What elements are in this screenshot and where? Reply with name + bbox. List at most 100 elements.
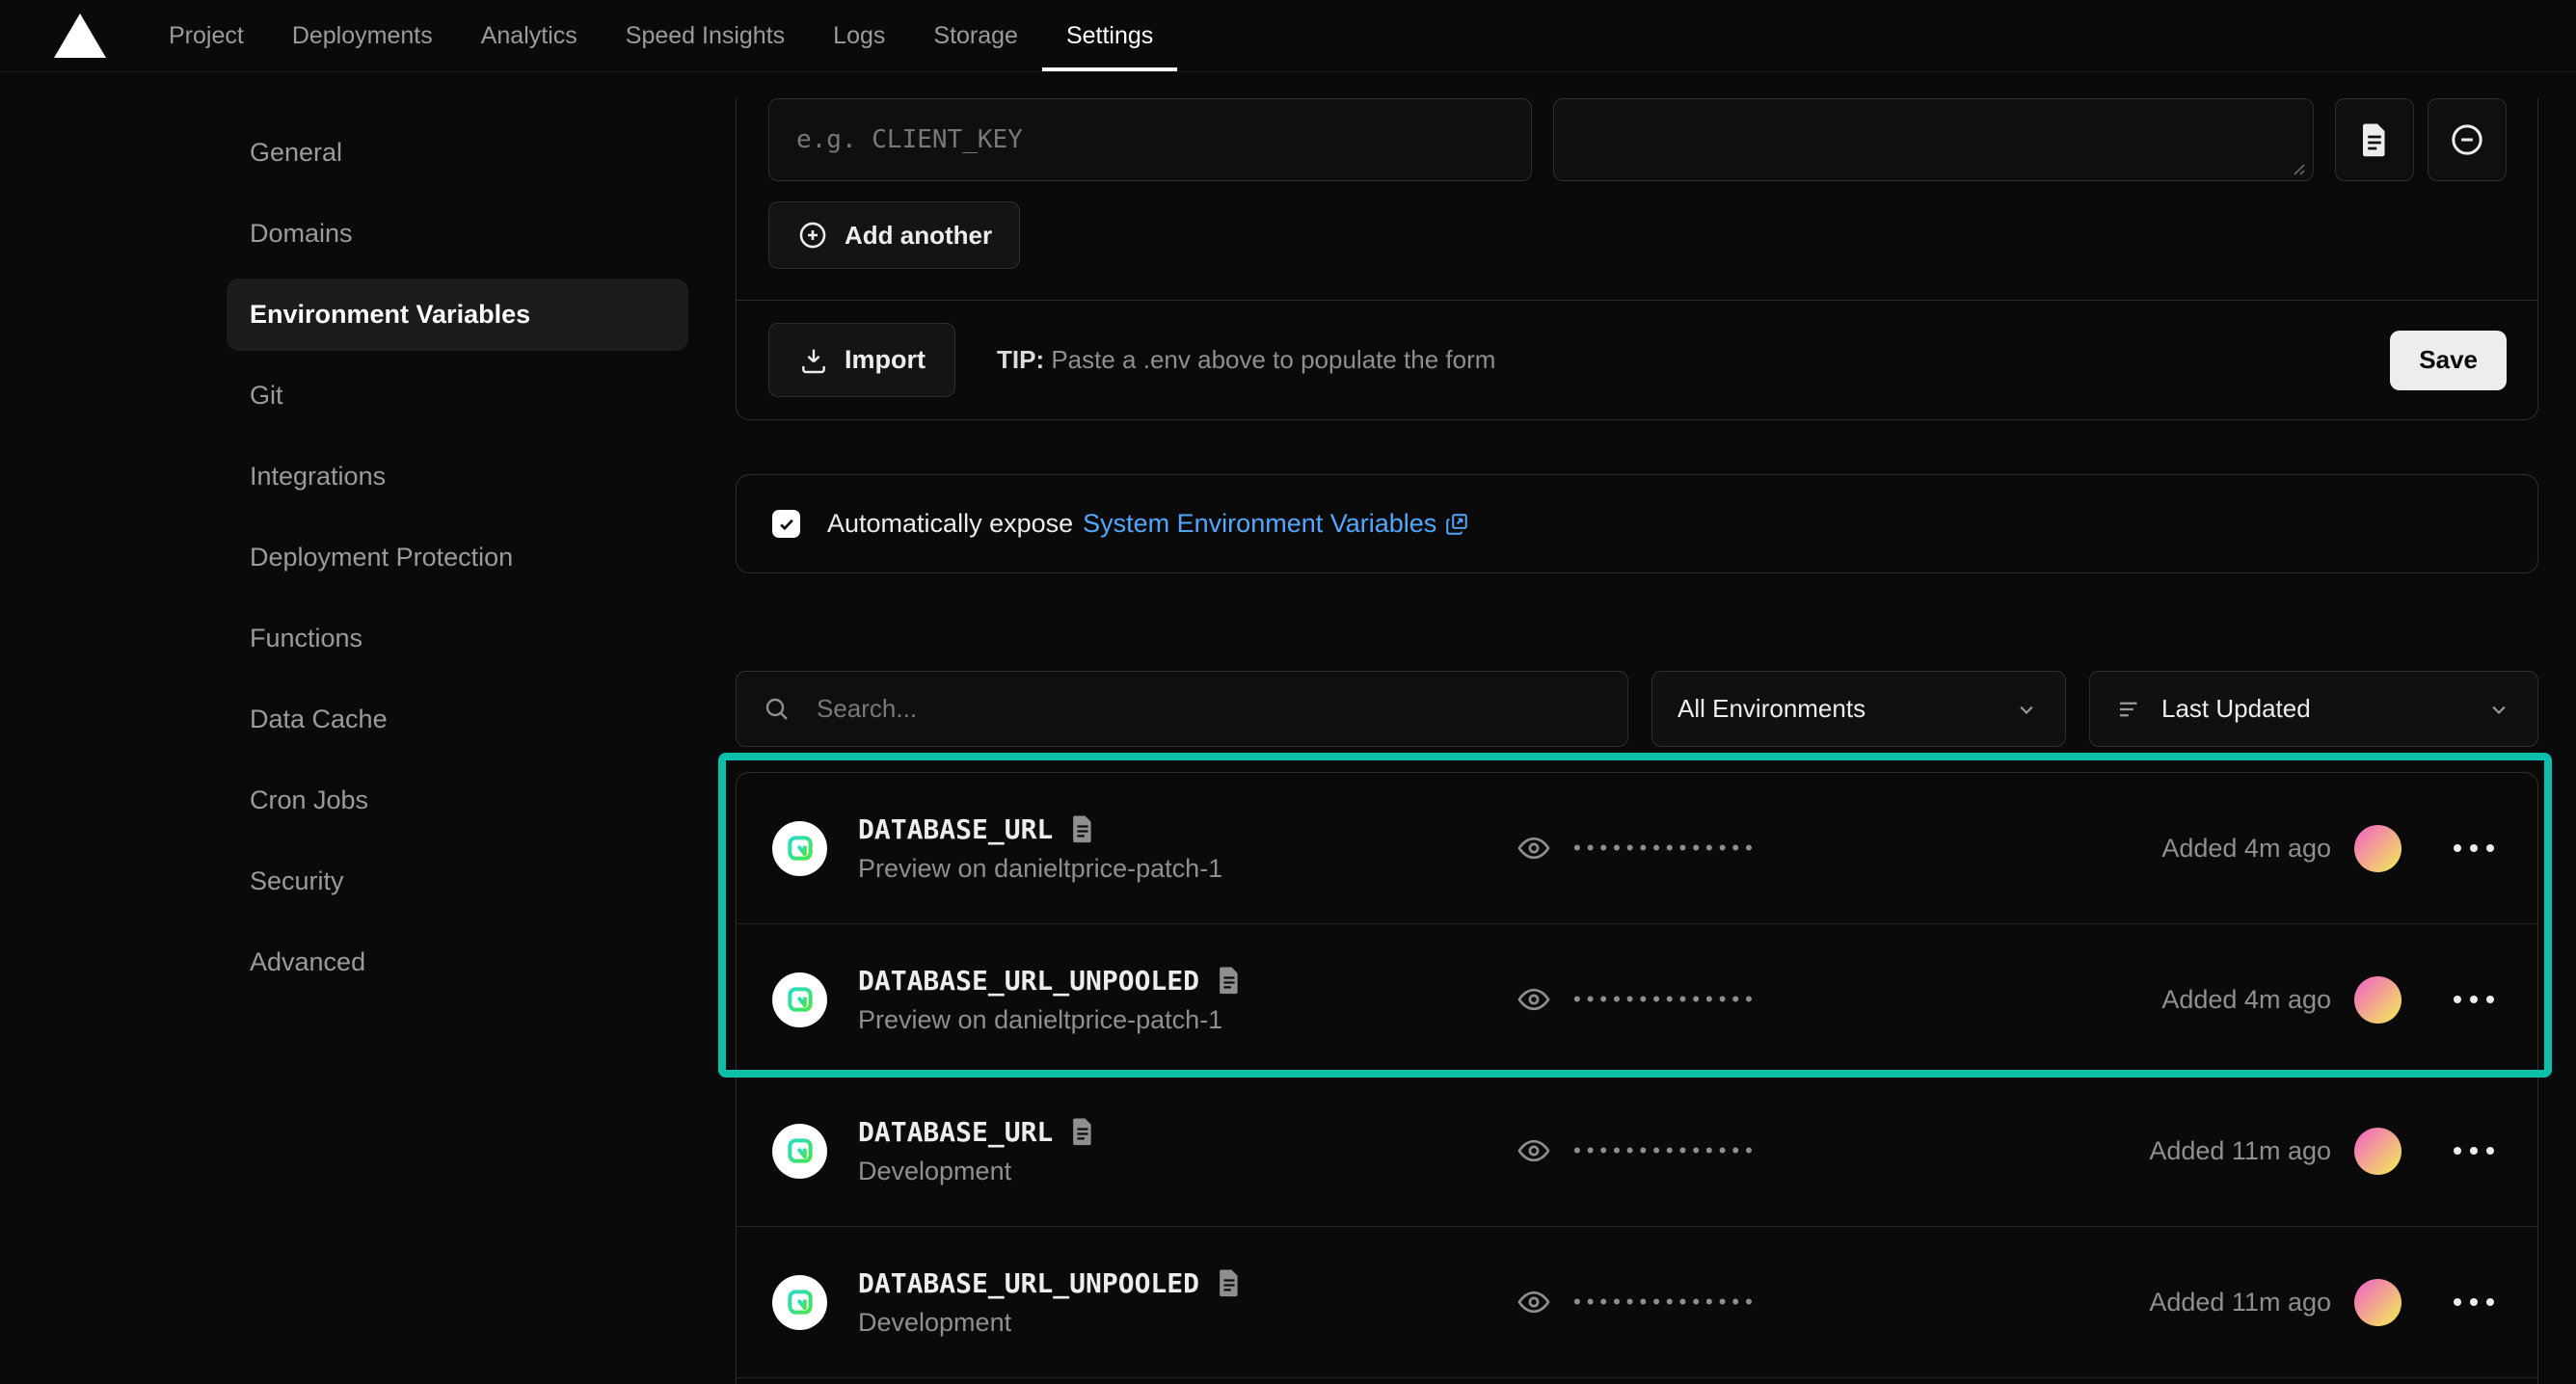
search-input[interactable] [736,671,1628,747]
external-link-icon [1444,512,1469,537]
row-actions-menu-button[interactable] [2446,988,2502,1011]
env-value-block: •••••••••••••• [1516,981,1758,1018]
sidebar-item-integrations[interactable]: Integrations [227,440,688,513]
search-icon [762,694,792,725]
env-value-input[interactable] [1553,98,2314,181]
chevron-down-icon [2485,696,2512,723]
expose-checkbox[interactable] [772,510,800,538]
neon-integration-avatar [772,1124,827,1179]
added-timestamp: Added 4m ago [2161,834,2331,864]
hidden-value-dots: •••••••••••••• [1573,838,1758,859]
nav-item-storage[interactable]: Storage [909,0,1042,71]
next-row-partial [737,1378,2537,1384]
env-name-block: DATABASE_URL_UNPOOLED Preview on danielt… [858,965,1244,1035]
env-var-row: DATABASE_URL Development •••••••••••••• [737,1076,2537,1227]
user-avatar [2354,1279,2402,1326]
sidebar-item-general[interactable]: General [227,117,688,189]
sidebar-item-advanced[interactable]: Advanced [227,926,688,998]
nav-item-deployments[interactable]: Deployments [268,0,457,71]
neon-logo-icon [785,833,816,864]
eye-reveal-icon[interactable] [1516,1284,1552,1320]
remove-row-button[interactable] [2428,98,2507,181]
system-env-variables-link[interactable]: System Environment Variables [1083,509,1469,539]
env-name-block: DATABASE_URL_UNPOOLED Development [858,1267,1244,1338]
env-row-meta: Added 4m ago [2161,976,2502,1024]
sort-lines-icon [2115,695,2144,724]
add-another-label: Add another [845,221,992,251]
file-icon [2357,120,2392,159]
search-wrap [736,671,1628,747]
env-name-block: DATABASE_URL Preview on danieltprice-pat… [858,813,1222,884]
sort-label: Last Updated [2161,694,2485,724]
environment-filter-dropdown[interactable]: All Environments [1651,671,2066,747]
row-actions-menu-button[interactable] [2446,1139,2502,1162]
paste-env-file-button[interactable] [2335,98,2414,181]
copy-value-icon[interactable] [1068,1116,1097,1147]
copy-value-icon[interactable] [1215,1267,1244,1298]
env-row-meta: Added 11m ago [2149,1279,2502,1326]
settings-page: General Domains Environment Variables Gi… [0,72,2576,1384]
copy-value-icon[interactable] [1215,965,1244,996]
row-actions-menu-button[interactable] [2446,1291,2502,1314]
env-key: DATABASE_URL [858,1116,1053,1148]
nav-item-logs[interactable]: Logs [809,0,909,71]
top-navigation: Project Deployments Analytics Speed Insi… [0,0,2576,72]
added-timestamp: Added 11m ago [2149,1136,2331,1166]
circle-plus-icon [796,219,829,252]
system-env-card: Automatically expose System Environment … [736,474,2538,573]
neon-logo-icon [785,1135,816,1166]
user-avatar [2354,1128,2402,1175]
sidebar-item-data-cache[interactable]: Data Cache [227,683,688,756]
sidebar-item-domains[interactable]: Domains [227,198,688,270]
added-timestamp: Added 11m ago [2149,1288,2331,1317]
env-key: DATABASE_URL_UNPOOLED [858,965,1199,997]
sidebar-item-functions[interactable]: Functions [227,602,688,675]
env-key: DATABASE_URL_UNPOOLED [858,1267,1199,1299]
env-value-block: •••••••••••••• [1516,1132,1758,1169]
hidden-value-dots: •••••••••••••• [1573,1140,1758,1161]
env-var-row: DATABASE_URL_UNPOOLED Preview on danielt… [737,924,2537,1076]
form-footer: Import TIP: Paste a .env above to popula… [737,300,2537,419]
expose-label: Automatically expose [827,509,1073,539]
sidebar-item-environment-variables[interactable]: Environment Variables [227,279,688,351]
eye-reveal-icon[interactable] [1516,830,1552,866]
eye-reveal-icon[interactable] [1516,1132,1552,1169]
sidebar-item-cron-jobs[interactable]: Cron Jobs [227,764,688,837]
eye-reveal-icon[interactable] [1516,981,1552,1018]
env-variables-list: DATABASE_URL Preview on danieltprice-pat… [736,772,2538,1384]
nav-item-project[interactable]: Project [145,0,268,71]
resize-grip-icon[interactable] [2289,159,2306,176]
vercel-triangle-icon [54,13,106,58]
save-button[interactable]: Save [2390,331,2507,390]
env-target: Development [858,1308,1244,1338]
row-actions-menu-button[interactable] [2446,837,2502,860]
neon-integration-avatar [772,1275,827,1330]
env-row-meta: Added 4m ago [2161,825,2502,872]
env-row-meta: Added 11m ago [2149,1128,2502,1175]
env-target: Preview on danieltprice-patch-1 [858,1005,1244,1035]
env-value-block: •••••••••••••• [1516,830,1758,866]
nav-item-analytics[interactable]: Analytics [457,0,602,71]
neon-logo-icon [785,1287,816,1317]
sidebar-item-git[interactable]: Git [227,359,688,432]
env-name-block: DATABASE_URL Development [858,1116,1097,1186]
copy-value-icon[interactable] [1068,813,1097,844]
add-another-button[interactable]: Add another [768,201,1020,269]
sidebar-item-security[interactable]: Security [227,845,688,918]
import-button[interactable]: Import [768,323,955,397]
sidebar-item-deployment-protection[interactable]: Deployment Protection [227,521,688,594]
env-key-input[interactable] [768,98,1532,181]
neon-integration-avatar [772,972,827,1027]
vercel-logo[interactable] [54,0,106,71]
circle-minus-icon [2448,120,2486,159]
new-env-var-card: Add another Import TIP: Paste a .env abo… [736,98,2538,420]
nav-item-speed-insights[interactable]: Speed Insights [602,0,809,71]
sort-dropdown[interactable]: Last Updated [2089,671,2538,747]
user-avatar [2354,976,2402,1024]
neon-integration-avatar [772,821,827,876]
nav-item-settings[interactable]: Settings [1042,0,1177,71]
env-key: DATABASE_URL [858,813,1053,845]
env-value-wrap [1553,98,2314,186]
user-avatar [2354,825,2402,872]
checkmark-icon [777,515,796,534]
